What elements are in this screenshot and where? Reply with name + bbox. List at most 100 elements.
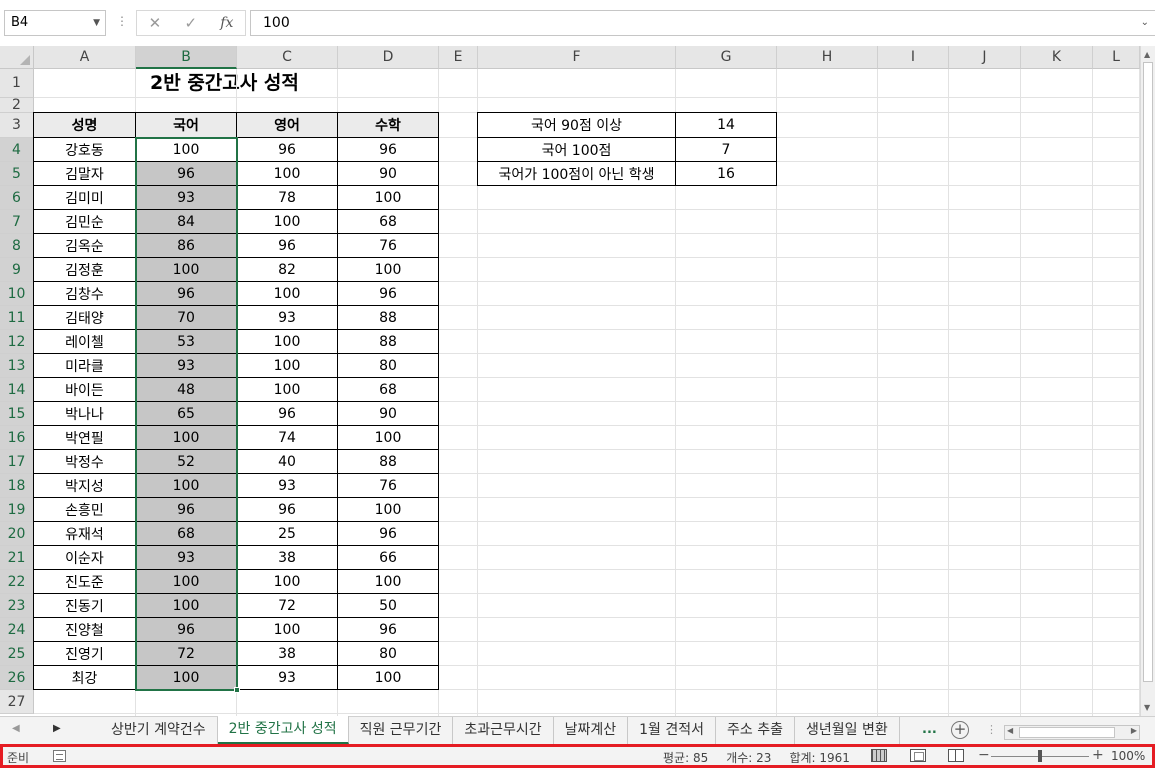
page-layout-view-icon[interactable] — [910, 749, 926, 762]
column-header-g[interactable]: G — [676, 46, 777, 69]
row-header-8[interactable]: 8 — [0, 234, 34, 258]
table-cell[interactable]: 박정수 — [33, 449, 136, 474]
row-header-16[interactable]: 16 — [0, 426, 34, 450]
sheet-tab[interactable]: 상반기 계약건수 — [100, 717, 218, 744]
name-box[interactable]: B4 ▼ — [4, 10, 106, 36]
column-header-b[interactable]: B — [136, 46, 237, 69]
cancel-icon[interactable]: ✕ — [149, 14, 162, 32]
column-header-i[interactable]: I — [878, 46, 949, 69]
table-cell[interactable]: 50 — [337, 593, 439, 618]
row-header-6[interactable]: 6 — [0, 186, 34, 210]
table-cell[interactable]: 72 — [135, 641, 237, 666]
row-header-14[interactable]: 14 — [0, 378, 34, 402]
table-cell[interactable]: 65 — [135, 401, 237, 426]
table-cell[interactable]: 100 — [236, 569, 338, 594]
row-header-12[interactable]: 12 — [0, 330, 34, 354]
table-cell[interactable]: 100 — [236, 209, 338, 234]
table-cell[interactable]: 96 — [135, 281, 237, 306]
table-cell[interactable]: 김창수 — [33, 281, 136, 306]
table-cell[interactable]: 100 — [337, 257, 439, 282]
sheet-tab[interactable]: 날짜계산 — [554, 717, 629, 744]
vertical-scrollbar[interactable]: ▲ ▼ — [1140, 46, 1155, 716]
table-cell[interactable]: 레이첼 — [33, 329, 136, 354]
zoom-level[interactable]: 100% — [1111, 749, 1145, 763]
table-cell[interactable]: 김미미 — [33, 185, 136, 210]
splitter-icon[interactable]: ⋮ — [986, 723, 997, 736]
row-header-2[interactable]: 2 — [0, 97, 34, 113]
table-cell[interactable]: 강호동 — [33, 137, 136, 162]
zoom-slider-thumb[interactable] — [1038, 750, 1042, 762]
table-cell[interactable]: 88 — [337, 305, 439, 330]
table-cell[interactable]: 100 — [236, 329, 338, 354]
table-cell[interactable]: 96 — [135, 161, 237, 186]
table-cell[interactable]: 96 — [236, 497, 338, 522]
table-cell[interactable]: 90 — [337, 161, 439, 186]
table-cell[interactable]: 48 — [135, 377, 237, 402]
add-sheet-icon[interactable]: + — [951, 721, 969, 739]
table-cell[interactable]: 88 — [337, 329, 439, 354]
sheet-tab[interactable]: 2반 중간고사 성적 — [217, 716, 349, 744]
summary-value-cell[interactable]: 14 — [675, 112, 777, 138]
summary-value-cell[interactable]: 16 — [675, 161, 777, 186]
table-cell[interactable]: 김말자 — [33, 161, 136, 186]
sheet-tab[interactable]: 주소 추출 — [716, 717, 796, 744]
row-header-24[interactable]: 24 — [0, 618, 34, 642]
scroll-left-icon[interactable]: ◀ — [1007, 726, 1013, 735]
table-cell[interactable]: 미라클 — [33, 353, 136, 378]
row-header-22[interactable]: 22 — [0, 570, 34, 594]
table-cell[interactable]: 76 — [337, 473, 439, 498]
row-header-15[interactable]: 15 — [0, 402, 34, 426]
sheet-tab[interactable]: 생년월일 변환 — [795, 717, 900, 744]
row-header-26[interactable]: 26 — [0, 666, 34, 690]
row-header-11[interactable]: 11 — [0, 306, 34, 330]
table-cell[interactable]: 김민순 — [33, 209, 136, 234]
table-cell[interactable]: 100 — [337, 497, 439, 522]
summary-value-cell[interactable]: 7 — [675, 137, 777, 162]
table-cell[interactable]: 100 — [236, 161, 338, 186]
table-cell[interactable]: 93 — [135, 185, 237, 210]
table-header-cell[interactable]: 성명 — [33, 112, 136, 138]
enter-icon[interactable]: ✓ — [184, 14, 197, 32]
row-header-7[interactable]: 7 — [0, 210, 34, 234]
table-cell[interactable]: 박나나 — [33, 401, 136, 426]
fill-handle[interactable] — [234, 687, 240, 693]
row-header-10[interactable]: 10 — [0, 282, 34, 306]
more-tabs-button[interactable]: ... — [922, 722, 937, 737]
table-cell[interactable]: 최강 — [33, 665, 136, 690]
worksheet-grid[interactable]: ABCDEFGHIJKL 1 2 3 4 5 6 7 8 9 10 11 12 13 14 15 16 17 18… — [0, 46, 1140, 716]
insert-function-icon[interactable]: fx — [220, 15, 233, 31]
table-cell[interactable]: 93 — [236, 665, 338, 690]
table-header-cell[interactable]: 수학 — [337, 112, 439, 138]
table-cell[interactable]: 25 — [236, 521, 338, 546]
table-cell[interactable]: 100 — [337, 185, 439, 210]
table-cell[interactable]: 40 — [236, 449, 338, 474]
table-cell[interactable]: 박연필 — [33, 425, 136, 450]
expand-formula-icon[interactable]: ⌄ — [1141, 11, 1149, 35]
h-scroll-thumb[interactable] — [1019, 727, 1115, 738]
zoom-out-icon[interactable]: − — [978, 747, 990, 763]
horizontal-scrollbar[interactable]: ◀ ▶ — [1004, 725, 1140, 740]
table-cell[interactable]: 진동기 — [33, 593, 136, 618]
row-header-4[interactable]: 4 — [0, 138, 34, 162]
column-header-l[interactable]: L — [1093, 46, 1140, 69]
sheet-tab[interactable]: 직원 근무기간 — [349, 717, 454, 744]
table-cell[interactable]: 84 — [135, 209, 237, 234]
column-header-f[interactable]: F — [478, 46, 676, 69]
macro-record-icon[interactable] — [53, 750, 66, 762]
column-header-a[interactable]: A — [34, 46, 136, 69]
table-cell[interactable]: 96 — [337, 617, 439, 642]
table-cell[interactable]: 100 — [337, 569, 439, 594]
chevron-down-icon[interactable]: ▼ — [93, 11, 100, 35]
table-cell[interactable]: 96 — [236, 137, 338, 162]
row-header-18[interactable]: 18 — [0, 474, 34, 498]
table-cell[interactable]: 유재석 — [33, 521, 136, 546]
table-cell[interactable]: 82 — [236, 257, 338, 282]
table-cell[interactable]: 100 — [135, 137, 237, 162]
table-cell[interactable]: 68 — [337, 377, 439, 402]
table-cell[interactable]: 53 — [135, 329, 237, 354]
scroll-thumb[interactable] — [1143, 62, 1153, 682]
scroll-up-icon[interactable]: ▲ — [1144, 50, 1150, 59]
table-cell[interactable]: 88 — [337, 449, 439, 474]
row-header-13[interactable]: 13 — [0, 354, 34, 378]
table-cell[interactable]: 52 — [135, 449, 237, 474]
